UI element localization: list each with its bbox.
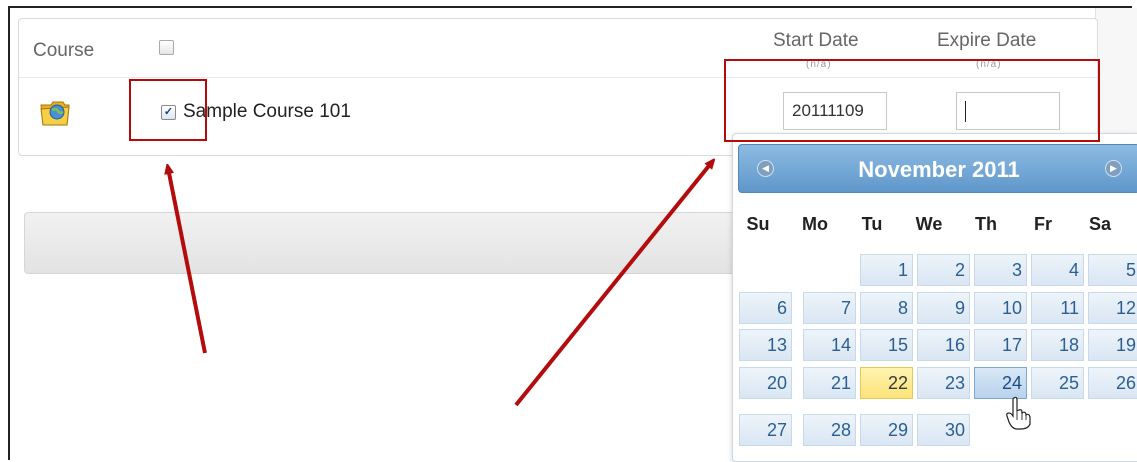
calendar-day[interactable]: 13 bbox=[739, 329, 792, 361]
weekday-th: Th bbox=[975, 214, 997, 234]
calendar-day-hovered[interactable]: 24 bbox=[974, 367, 1027, 399]
calendar-day[interactable]: 26 bbox=[1088, 367, 1137, 399]
calendar-day[interactable]: 27 bbox=[739, 414, 792, 446]
calendar-day[interactable]: 8 bbox=[860, 292, 913, 324]
arrow-to-dates bbox=[514, 162, 712, 407]
calendar-day[interactable]: 18 bbox=[1031, 329, 1084, 361]
calendar-day[interactable]: 9 bbox=[917, 292, 970, 324]
annotation-highlight-checkbox bbox=[129, 79, 207, 141]
weekday-we: We bbox=[915, 214, 943, 234]
date-picker-calendar: ◀ November 2011 ▶ Su Mo Tu We Th Fr Sa 1… bbox=[732, 133, 1137, 462]
calendar-day[interactable]: 21 bbox=[803, 367, 856, 399]
chevron-right-icon[interactable]: ▶ bbox=[1105, 160, 1122, 177]
calendar-day[interactable]: 7 bbox=[803, 292, 856, 324]
calendar-day[interactable]: 17 bbox=[974, 329, 1027, 361]
calendar-day[interactable]: 3 bbox=[974, 254, 1027, 286]
calendar-day[interactable]: 11 bbox=[1031, 292, 1084, 324]
page-frame-left bbox=[8, 6, 10, 460]
course-name: Sample Course 101 bbox=[183, 101, 351, 122]
calendar-day[interactable]: 25 bbox=[1031, 367, 1084, 399]
weekday-su: Su bbox=[746, 214, 770, 234]
calendar-day[interactable]: 19 bbox=[1088, 329, 1137, 361]
calendar-day[interactable]: 10 bbox=[974, 292, 1027, 324]
calendar-day[interactable]: 15 bbox=[860, 329, 913, 361]
calendar-day[interactable]: 2 bbox=[917, 254, 970, 286]
column-header-start-date: Start Date bbox=[773, 30, 859, 51]
calendar-day[interactable]: 23 bbox=[917, 367, 970, 399]
annotation-highlight-dates bbox=[724, 59, 1100, 142]
calendar-day[interactable]: 30 bbox=[917, 414, 970, 446]
calendar-day[interactable]: 4 bbox=[1031, 254, 1084, 286]
hand-cursor-icon bbox=[1006, 396, 1031, 430]
calendar-day[interactable]: 16 bbox=[917, 329, 970, 361]
calendar-day[interactable]: 29 bbox=[860, 414, 913, 446]
page-frame-top bbox=[8, 6, 1132, 8]
calendar-day[interactable]: 1 bbox=[860, 254, 913, 286]
weekday-sa: Sa bbox=[1088, 214, 1112, 234]
weekday-tu: Tu bbox=[861, 214, 883, 234]
column-header-course: Course bbox=[33, 40, 95, 61]
course-folder-globe-icon bbox=[40, 101, 70, 126]
calendar-month-title: November 2011 bbox=[858, 157, 1020, 182]
weekday-mo: Mo bbox=[802, 214, 828, 234]
calendar-day[interactable]: 20 bbox=[739, 367, 792, 399]
calendar-day-today[interactable]: 22 bbox=[860, 367, 913, 399]
calendar-header: ◀ November 2011 ▶ bbox=[738, 144, 1137, 193]
calendar-day[interactable]: 12 bbox=[1088, 292, 1137, 324]
calendar-day[interactable]: 14 bbox=[803, 329, 856, 361]
column-header-expire-date: Expire Date bbox=[937, 30, 1037, 51]
calendar-day[interactable]: 6 bbox=[739, 292, 792, 324]
select-all-checkbox[interactable] bbox=[159, 40, 174, 55]
calendar-day[interactable]: 5 bbox=[1088, 254, 1137, 286]
calendar-day[interactable]: 28 bbox=[803, 414, 856, 446]
weekday-fr: Fr bbox=[1034, 214, 1052, 234]
action-bar bbox=[24, 212, 746, 274]
